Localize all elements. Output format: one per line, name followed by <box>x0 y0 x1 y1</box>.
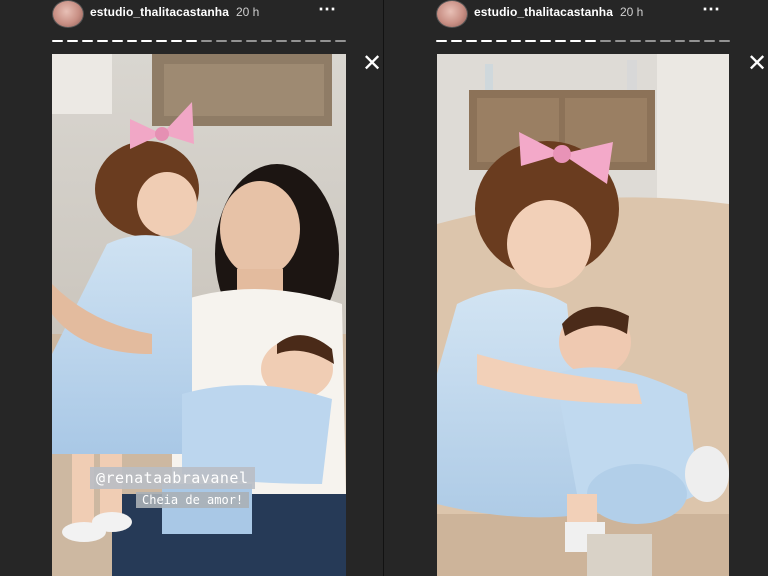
username-link[interactable]: estudio_thalitacastanha <box>90 5 229 19</box>
more-options-icon[interactable]: ⋯ <box>318 0 337 20</box>
progress-segment <box>570 40 582 42</box>
progress-segment <box>260 40 272 42</box>
progress-segment <box>480 40 492 42</box>
story-caption: Cheia de amor! <box>136 492 250 508</box>
timestamp: 20 h <box>620 5 644 19</box>
progress-segment <box>230 40 242 42</box>
progress-segment <box>201 40 212 42</box>
avatar[interactable] <box>52 0 84 28</box>
progress-segment <box>111 40 123 42</box>
progress-segment <box>81 40 93 42</box>
progress-segment <box>719 40 731 42</box>
progress-segment <box>704 40 716 42</box>
progress-segment <box>585 40 596 42</box>
progress-segment <box>495 40 507 42</box>
progress-segment <box>674 40 686 42</box>
progress-segment <box>245 40 257 42</box>
timestamp: 20 h <box>236 5 260 19</box>
story-header: estudio_thalitacastanha 20 h ⋯ <box>436 0 736 28</box>
progress-segment <box>659 40 671 42</box>
progress-segment <box>614 40 626 42</box>
progress-segment <box>171 40 183 42</box>
progress-segment <box>555 40 567 42</box>
progress-segment <box>186 40 198 42</box>
progress-segment <box>510 40 522 42</box>
close-icon[interactable]: ✕ <box>362 52 382 76</box>
avatar[interactable] <box>436 0 468 28</box>
progress-segment <box>126 40 138 42</box>
more-options-icon[interactable]: ⋯ <box>702 0 721 20</box>
story-progress-bar <box>436 40 731 43</box>
story-photo[interactable] <box>437 54 729 576</box>
progress-segment <box>335 40 347 42</box>
progress-segment <box>644 40 656 42</box>
progress-segment <box>525 40 537 42</box>
progress-segment <box>215 40 227 42</box>
progress-segment <box>629 40 641 42</box>
username-link[interactable]: estudio_thalitacastanha <box>474 5 613 19</box>
story-panel-right: estudio_thalitacastanha 20 h ⋯ ✕ <box>384 0 768 576</box>
story-photo-image <box>437 54 729 576</box>
progress-segment <box>320 40 332 42</box>
progress-segment <box>540 40 552 42</box>
story-photo[interactable]: @renataabravanel Cheia de amor! <box>52 54 346 576</box>
progress-segment <box>689 40 701 42</box>
progress-segment <box>141 40 153 42</box>
progress-segment <box>436 40 447 42</box>
progress-segment <box>465 40 477 42</box>
story-header: estudio_thalitacastanha 20 h ⋯ <box>52 0 352 28</box>
story-progress-bar <box>52 40 347 43</box>
progress-segment <box>275 40 287 42</box>
progress-segment <box>52 40 63 42</box>
progress-segment <box>305 40 317 42</box>
close-icon[interactable]: ✕ <box>747 52 767 76</box>
progress-segment <box>96 40 108 42</box>
progress-segment <box>599 40 611 42</box>
progress-segment <box>156 40 168 42</box>
progress-segment <box>450 40 462 42</box>
progress-segment <box>290 40 302 42</box>
progress-segment <box>66 40 78 42</box>
mention-tag[interactable]: @renataabravanel <box>90 467 255 489</box>
story-panel-left: estudio_thalitacastanha 20 h ⋯ @renataab… <box>0 0 384 576</box>
